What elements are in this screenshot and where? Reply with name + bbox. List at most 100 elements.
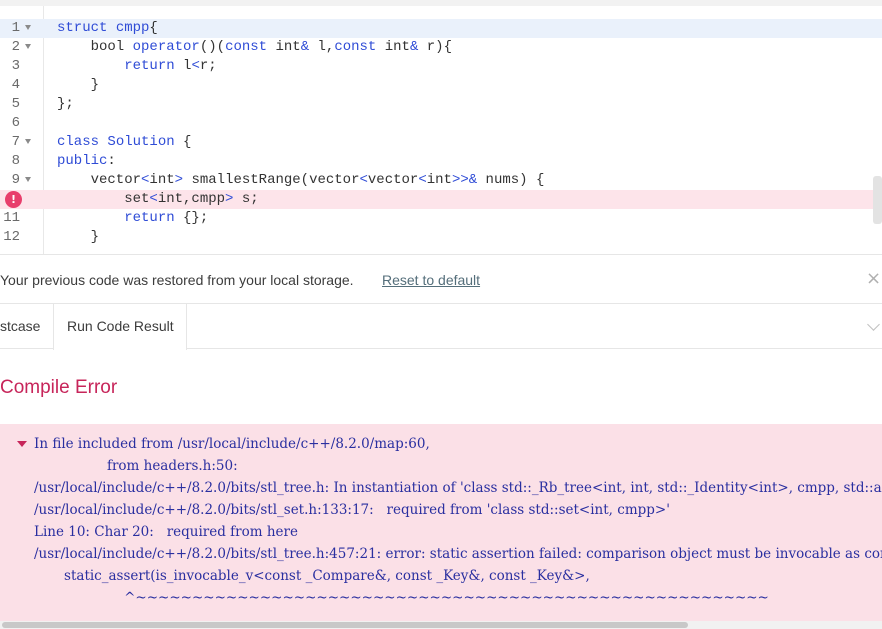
code-token: s; — [241, 191, 259, 207]
code-text: return {}; — [57, 209, 208, 228]
code-token: < — [191, 58, 200, 74]
code-line[interactable]: ! set<int,cmpp> s; — [0, 190, 882, 209]
restore-notice-text: Your previous code was restored from you… — [0, 272, 354, 288]
code-line[interactable]: 5}; — [0, 95, 882, 114]
code-token: public — [57, 153, 108, 169]
code-token: bool — [57, 39, 133, 55]
code-token: & — [300, 39, 318, 55]
fold-arrow-icon[interactable] — [25, 177, 31, 182]
fold-arrow-icon[interactable] — [25, 139, 31, 144]
code-token: smallestRange(vector — [191, 172, 360, 188]
fold-arrow-icon[interactable] — [25, 25, 31, 30]
code-token: cmpp — [115, 20, 150, 36]
chevron-down-icon[interactable] — [867, 318, 880, 331]
code-token: }; — [57, 96, 74, 112]
restore-notice: Your previous code was restored from you… — [0, 254, 882, 304]
code-token: const — [334, 39, 385, 55]
code-text: public: — [57, 152, 116, 171]
code-line[interactable]: 11 return {}; — [0, 209, 882, 228]
line-number: 7 — [11, 134, 20, 150]
code-token: r){ — [426, 39, 452, 55]
code-text: } — [57, 76, 99, 95]
error-output-scrollbar-thumb[interactable] — [2, 622, 688, 628]
code-token: Solution — [107, 134, 184, 150]
code-token: const — [225, 39, 276, 55]
line-number: 12 — [3, 229, 20, 245]
code-line[interactable]: 8 public: — [0, 152, 882, 171]
line-number: 6 — [11, 115, 20, 131]
tab-run-code-result[interactable]: Run Code Result — [53, 304, 187, 350]
code-text: struct cmpp{ — [57, 19, 158, 38]
code-line[interactable]: 9 vector<int> smallestRange(vector<vecto… — [0, 171, 882, 190]
code-token: struct — [57, 20, 116, 36]
close-icon[interactable]: × — [866, 270, 881, 288]
code-text: }; — [57, 95, 74, 114]
code-token: return — [124, 210, 184, 226]
line-number: 4 — [11, 77, 20, 93]
code-text: class Solution { — [57, 133, 191, 152]
code-token: return — [124, 58, 184, 74]
code-line[interactable]: 4 } — [0, 76, 882, 95]
code-token: int,cmpp — [157, 191, 226, 207]
code-token: set — [57, 191, 150, 207]
code-line[interactable]: 3 return l<r; — [0, 57, 882, 76]
fold-arrow-icon[interactable] — [25, 44, 31, 49]
code-token: int — [426, 172, 452, 188]
error-line: Line 10: Char 20: required from here — [34, 524, 298, 540]
code-line[interactable]: 6 — [0, 114, 882, 133]
code-token: & — [409, 39, 427, 55]
code-token: int — [275, 39, 301, 55]
code-line[interactable]: 12 } — [0, 228, 882, 247]
collapse-caret-icon[interactable] — [17, 441, 27, 447]
code-token: {}; — [183, 210, 209, 226]
code-token: operator — [132, 39, 200, 55]
line-number: 3 — [11, 58, 20, 74]
code-token: < — [359, 172, 368, 188]
error-line: ^~~~~~~~~~~~~~~~~~~~~~~~~~~~~~~~~~~~~~~~… — [34, 590, 769, 606]
code-token: { — [149, 20, 158, 36]
code-text: } — [57, 228, 99, 247]
error-line: /usr/local/include/c++/8.2.0/bits/stl_se… — [34, 502, 670, 518]
code-token: >>& — [451, 172, 486, 188]
code-token: nums) { — [485, 172, 545, 188]
line-number: 1 — [11, 20, 20, 36]
code-line[interactable]: 2 bool operator()(const int& l,const int… — [0, 38, 882, 57]
code-token: int — [384, 39, 410, 55]
error-marker-icon[interactable]: ! — [5, 191, 22, 208]
code-token: } — [57, 229, 100, 245]
code-token: class — [57, 134, 108, 150]
code-line[interactable]: 7 class Solution { — [0, 133, 882, 152]
error-output: In file included from /usr/local/include… — [0, 424, 882, 629]
error-line: static_assert(is_invocable_v<const _Comp… — [34, 568, 590, 584]
reset-to-default-link[interactable]: Reset to default — [382, 272, 480, 288]
code-token: < — [149, 191, 158, 207]
code-text: set<int,cmpp> s; — [57, 190, 259, 209]
error-line: In file included from /usr/local/include… — [34, 436, 430, 452]
code-editor[interactable]: 1 struct cmpp{2 bool operator()(const int… — [0, 0, 882, 254]
error-line: /usr/local/include/c++/8.2.0/bits/stl_tr… — [34, 546, 882, 562]
code-text: bool operator()(const int& l,const int& … — [57, 38, 452, 57]
error-output-scrollbar[interactable] — [0, 621, 882, 629]
code-token: r; — [199, 58, 217, 74]
code-token: vector — [367, 172, 419, 188]
error-line: /usr/local/include/c++/8.2.0/bits/stl_tr… — [34, 480, 882, 496]
compile-error-title: Compile Error — [0, 377, 118, 398]
code-token: ()( — [199, 39, 226, 55]
code-token: int — [149, 172, 175, 188]
tab-testcase[interactable]: stcase — [0, 304, 53, 349]
code-token: > — [225, 191, 242, 207]
editor-scrollbar[interactable] — [873, 176, 882, 224]
code-text: return l<r; — [57, 57, 217, 76]
console-tabs: stcase Run Code Result — [0, 304, 882, 350]
code-line[interactable]: 1 struct cmpp{ — [0, 19, 882, 38]
code-token: { — [183, 134, 192, 150]
code-token: : — [107, 153, 116, 169]
line-number: 2 — [11, 39, 20, 55]
line-number: 9 — [11, 172, 20, 188]
code-token: l, — [317, 39, 335, 55]
line-number: 11 — [3, 210, 20, 226]
line-number: 5 — [11, 96, 20, 112]
error-line: from headers.h:50: — [34, 458, 238, 474]
